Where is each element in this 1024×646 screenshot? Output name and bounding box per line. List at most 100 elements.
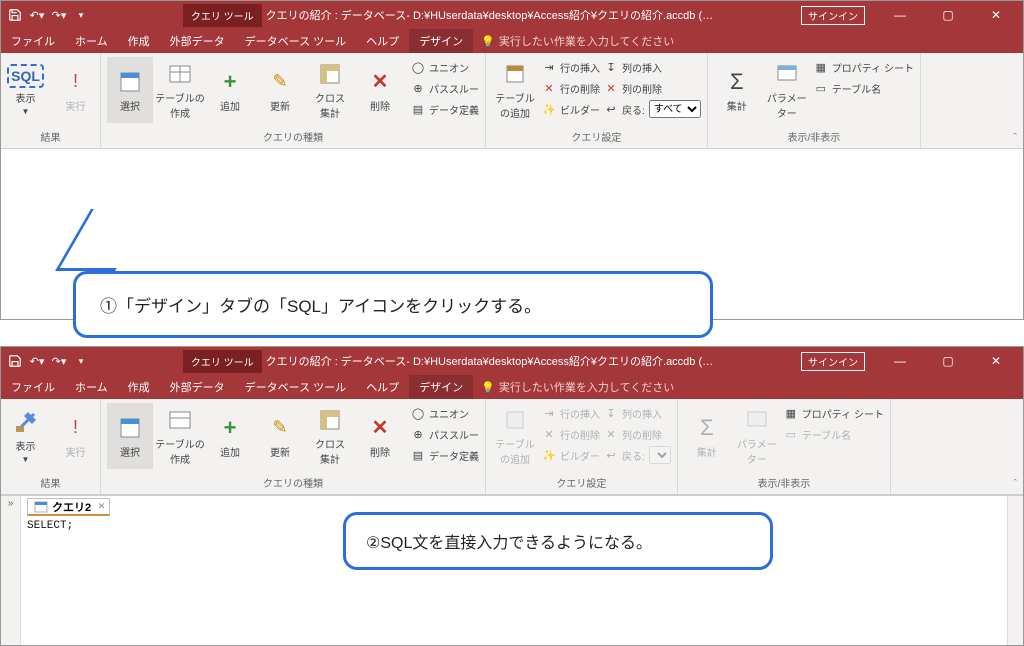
design-view-icon xyxy=(12,408,40,436)
undo-icon[interactable]: ↶▾ xyxy=(29,7,45,23)
table-names-label: テーブル名 xyxy=(832,81,881,96)
tab-file-2[interactable]: ファイル xyxy=(1,375,65,399)
sigma-icon-2: Σ xyxy=(693,414,721,442)
tab-dbtools[interactable]: データベース ツール xyxy=(235,29,357,53)
delete-query-button-2[interactable]: ✕ 削除 xyxy=(357,403,403,469)
totals-button[interactable]: Σ 集計 xyxy=(714,57,760,123)
redo-icon[interactable]: ↷▾ xyxy=(51,7,67,23)
tab-help[interactable]: ヘルプ xyxy=(356,29,409,53)
delete-query-button[interactable]: ✕ 削除 xyxy=(357,57,403,123)
tell-me-search[interactable]: 💡 実行したい作業を入力してください xyxy=(473,33,682,49)
nav-pane-collapsed[interactable]: » xyxy=(1,496,21,645)
context-tab-label-2: クエリ ツール xyxy=(183,350,262,373)
append-icon-2: + xyxy=(216,414,244,442)
query-tab[interactable]: クエリ2 xyxy=(27,498,110,516)
update-label-2: 更新 xyxy=(270,444,290,459)
sql-text[interactable]: SELECT; xyxy=(27,520,73,532)
passthrough-button-2[interactable]: ⊕パススルー xyxy=(411,424,479,444)
collapse-ribbon-icon-2[interactable]: ˆ xyxy=(1013,478,1017,490)
tab-dbtools-2[interactable]: データベース ツール xyxy=(235,375,357,399)
crosstab-button-2[interactable]: クロス 集計 xyxy=(307,403,353,469)
insert-cols-button[interactable]: ↧列の挿入 xyxy=(604,57,701,77)
return-select[interactable]: すべて xyxy=(649,100,701,118)
dropdown-icon-2: ▼ xyxy=(22,455,30,464)
tell-me-search-2[interactable]: 💡 実行したい作業を入力してください xyxy=(473,379,682,395)
delete-cols-button-2: ✕列の削除 xyxy=(604,424,671,444)
collapse-ribbon-icon[interactable]: ˆ xyxy=(1013,132,1017,144)
save-icon[interactable] xyxy=(7,7,23,23)
table-names-button[interactable]: ▭ テーブル名 xyxy=(814,78,914,98)
qat-more-icon-2[interactable]: ▾ xyxy=(73,353,89,369)
insert-cols-label-2: 列の挿入 xyxy=(622,406,662,421)
tab-external-2[interactable]: 外部データ xyxy=(160,375,235,399)
expand-nav-icon: » xyxy=(8,498,14,509)
tab-help-2[interactable]: ヘルプ xyxy=(356,375,409,399)
select-icon-2 xyxy=(116,414,144,442)
delete-cols-button[interactable]: ✕列の削除 xyxy=(604,78,701,98)
property-sheet-label-2: プロパティ シート xyxy=(802,406,884,421)
tab-design[interactable]: デザイン xyxy=(409,29,473,53)
builder-button-2: ✨ビルダー xyxy=(542,445,600,465)
property-sheet-button[interactable]: ▦プロパティ シート xyxy=(814,57,914,77)
scrollbar-vertical[interactable] xyxy=(1007,496,1023,645)
maximize-button-2[interactable]: ▢ xyxy=(925,347,971,375)
tab-external[interactable]: 外部データ xyxy=(160,29,235,53)
crosstab-button[interactable]: クロス 集計 xyxy=(307,57,353,123)
run-button[interactable]: ! 実行 xyxy=(53,57,99,123)
delete-icon-2: ✕ xyxy=(366,414,394,442)
callout-1-text: ①「デザイン」タブの「SQL」アイコンをクリックする。 xyxy=(73,271,713,338)
append-button-2[interactable]: + 追加 xyxy=(207,403,253,469)
tab-design-2[interactable]: デザイン xyxy=(409,375,473,399)
select-query-button-2[interactable]: 選択 xyxy=(107,403,153,469)
view-button[interactable]: SQL 表示 ▼ xyxy=(3,57,49,123)
sql-editor-area[interactable]: クエリ2 SELECT; ②SQL文を直接入力できるようになる。 xyxy=(21,496,1007,645)
close-button-2[interactable]: ✕ xyxy=(973,347,1019,375)
minimize-button[interactable]: ― xyxy=(877,1,923,29)
passthrough-button[interactable]: ⊕パススルー xyxy=(411,78,479,98)
undo-icon-2[interactable]: ↶▾ xyxy=(29,353,45,369)
qat-more-icon[interactable]: ▾ xyxy=(73,7,89,23)
datadef-icon-2: ▤ xyxy=(411,448,425,462)
union-button-2[interactable]: ◯ユニオン xyxy=(411,403,479,423)
builder-button[interactable]: ✨ビルダー xyxy=(542,99,600,119)
parameters-label-2: パラメーター xyxy=(734,436,780,466)
delete-rows-button[interactable]: ✕行の削除 xyxy=(542,78,600,98)
signin-button-2[interactable]: サインイン xyxy=(801,352,865,371)
union-button[interactable]: ◯ユニオン xyxy=(411,57,479,77)
append-button[interactable]: + 追加 xyxy=(207,57,253,123)
tab-create[interactable]: 作成 xyxy=(118,29,160,53)
tab-file[interactable]: ファイル xyxy=(1,29,65,53)
run-icon-2: ! xyxy=(62,414,90,442)
update-button[interactable]: ✎ 更新 xyxy=(257,57,303,123)
tab-home[interactable]: ホーム xyxy=(65,29,118,53)
maketable-button-2[interactable]: テーブルの 作成 xyxy=(157,403,203,469)
return-label-2: 戻る: xyxy=(622,448,645,463)
showtable-button[interactable]: テーブル の追加 xyxy=(492,57,538,123)
insert-rows-button[interactable]: ⇥行の挿入 xyxy=(542,57,600,77)
close-button[interactable]: ✕ xyxy=(973,1,1019,29)
property-sheet-button-2[interactable]: ▦プロパティ シート xyxy=(784,403,884,423)
table-names-icon: ▭ xyxy=(814,81,828,95)
update-button-2[interactable]: ✎ 更新 xyxy=(257,403,303,469)
maketable-button[interactable]: テーブルの 作成 xyxy=(157,57,203,123)
datadef-button[interactable]: ▤データ定義 xyxy=(411,99,479,119)
run-button-2[interactable]: ! 実行 xyxy=(53,403,99,469)
maximize-button[interactable]: ▢ xyxy=(925,1,971,29)
view-button-2[interactable]: 表示 ▼ xyxy=(3,403,49,469)
tab-home-2[interactable]: ホーム xyxy=(65,375,118,399)
minimize-button-2[interactable]: ― xyxy=(877,347,923,375)
signin-button[interactable]: サインイン xyxy=(801,6,865,25)
save-icon-2[interactable] xyxy=(7,353,23,369)
select-query-button[interactable]: 選択 xyxy=(107,57,153,123)
parameters-label: パラメーター xyxy=(764,90,810,120)
datadef-button-2[interactable]: ▤データ定義 xyxy=(411,445,479,465)
delete-cols-icon: ✕ xyxy=(604,81,618,95)
tab-create-2[interactable]: 作成 xyxy=(118,375,160,399)
parameters-button[interactable]: パラメーター xyxy=(764,57,810,123)
redo-icon-2[interactable]: ↷▾ xyxy=(51,353,67,369)
insert-rows-button-2: ⇥行の挿入 xyxy=(542,403,600,423)
return-icon-2: ↩ xyxy=(604,448,618,462)
return-rows[interactable]: ↩ 戻る: すべて xyxy=(604,99,701,119)
update-icon-2: ✎ xyxy=(266,414,294,442)
group-querysetup-label: クエリ設定 xyxy=(492,127,701,148)
